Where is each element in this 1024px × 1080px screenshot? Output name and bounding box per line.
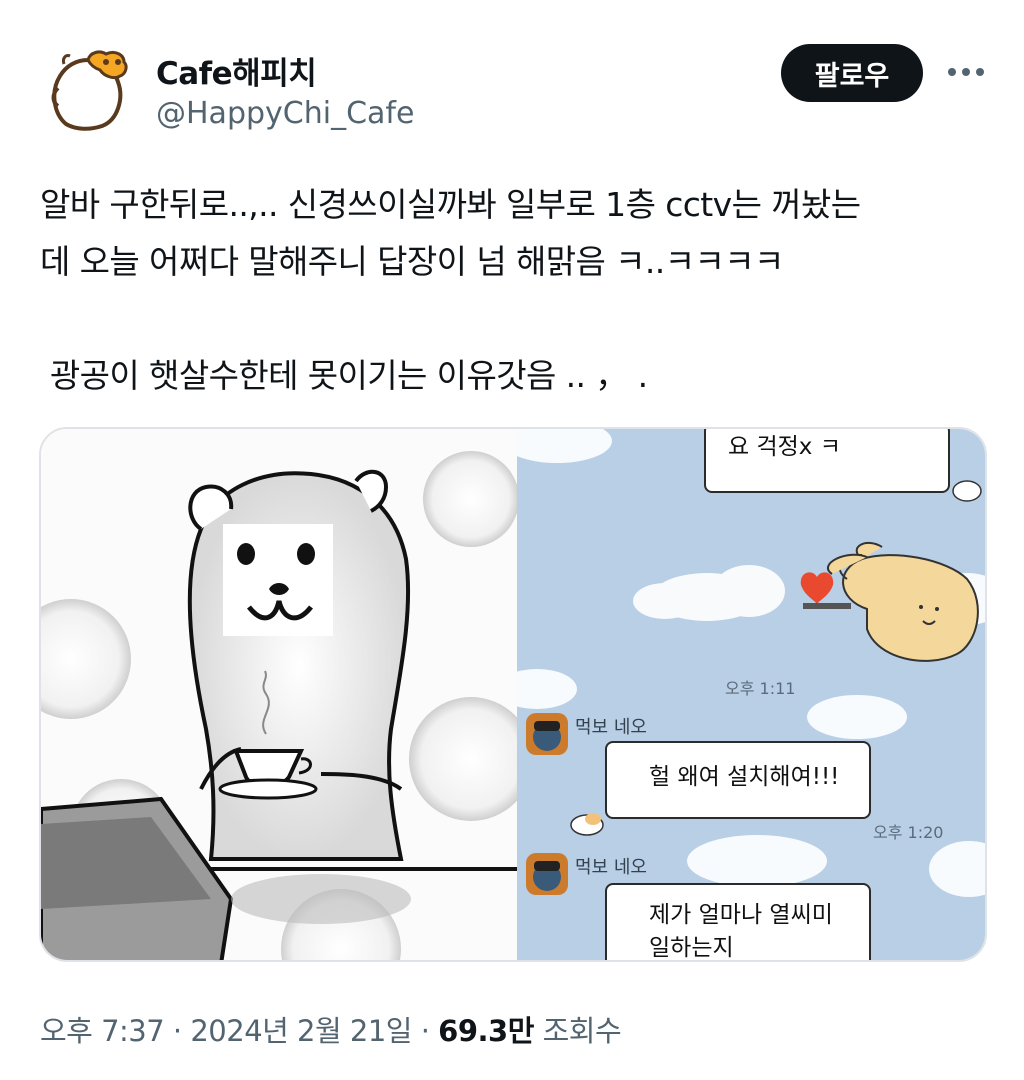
bear-sticker bbox=[800, 541, 979, 662]
tweet-text: 알바 구한뒤로..,.. 신경쓰이실까봐 일부로 1층 cctv는 꺼놨는 데 … bbox=[40, 185, 861, 395]
chat-sender-name: 먹보 네오 bbox=[575, 857, 647, 878]
chat-bubble: 요 걱정x ㅋ bbox=[704, 429, 950, 493]
bear-coffee-illustration bbox=[41, 429, 517, 960]
meta-separator: · bbox=[164, 1014, 191, 1048]
chat-message: 요 걱정x ㅋ bbox=[728, 434, 841, 460]
chat-avatar bbox=[526, 713, 568, 755]
author-handle[interactable]: @HappyChi_Cafe bbox=[156, 96, 414, 131]
chat-sender-name: 먹보 네오 bbox=[575, 717, 647, 738]
tweet-time[interactable]: 오후 7:37 bbox=[40, 1014, 165, 1048]
meta-separator: · bbox=[412, 1014, 439, 1048]
chat-timestamp: 오후 1:20 bbox=[873, 823, 944, 842]
follow-button[interactable]: 팔로우 bbox=[781, 44, 923, 102]
author-name[interactable]: Cafe해피치 bbox=[156, 48, 317, 93]
tweet-meta: 오후 7:37 · 2024년 2월 21일 · 69.3만 조회수 bbox=[40, 1008, 622, 1050]
chat-timestamp: 오후 1:11 bbox=[725, 679, 796, 698]
chat-avatar bbox=[526, 853, 568, 895]
tweet-date[interactable]: 2024년 2월 21일 bbox=[190, 1014, 412, 1048]
hamster-logo-icon bbox=[51, 50, 128, 131]
chat-message: 헐 왜여 설치해여!!! bbox=[649, 764, 840, 790]
view-count-label: 조회수 bbox=[533, 1014, 622, 1048]
chat-bubble: 제가 얼마나 열씨미 일하는지 bbox=[605, 883, 871, 960]
view-count[interactable]: 69.3만 bbox=[438, 1014, 534, 1048]
chat-bubble: 헐 왜여 설치해여!!! bbox=[605, 741, 871, 819]
chat-message: 제가 얼마나 열씨미 일하는지 bbox=[649, 902, 833, 960]
chat-screenshot: 요 걱정x ㅋ 오후 1:11 먹보 네오 헐 왜여 설치해여!!! 오후 1:… bbox=[517, 429, 985, 960]
author-avatar[interactable] bbox=[44, 44, 136, 136]
more-dots-icon bbox=[948, 68, 984, 76]
more-options-button[interactable] bbox=[942, 54, 990, 90]
tweet-media[interactable]: 요 걱정x ㅋ 오후 1:11 먹보 네오 헐 왜여 설치해여!!! 오후 1:… bbox=[39, 427, 987, 962]
